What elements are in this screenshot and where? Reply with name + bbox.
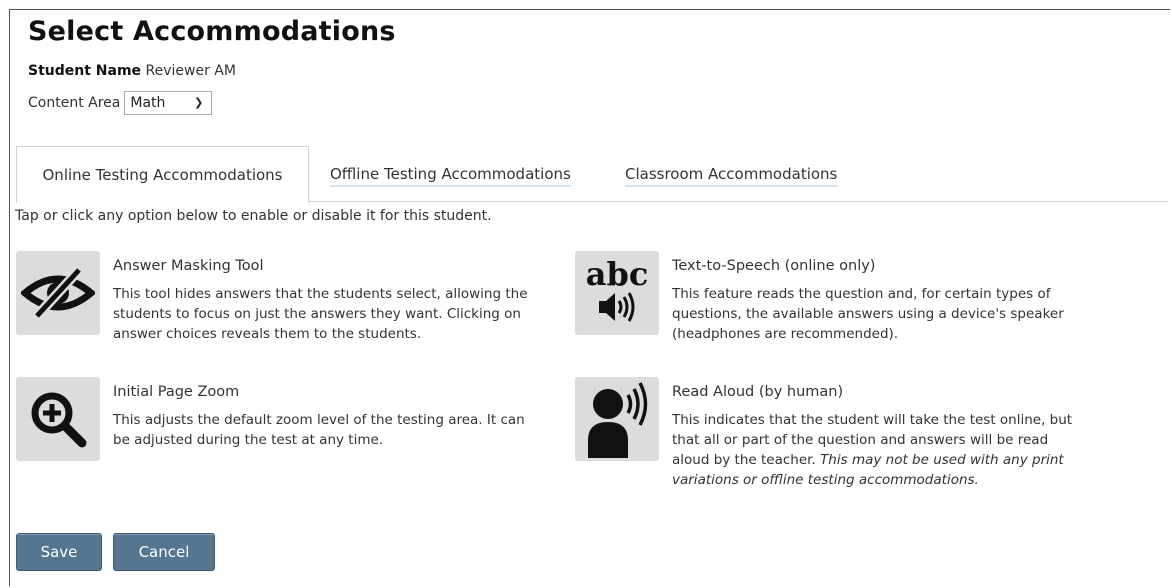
instructions-text: Tap or click any option below to enable … bbox=[15, 208, 492, 224]
tab-online-testing[interactable]: Online Testing Accommodations bbox=[16, 146, 309, 203]
accommodation-description: This feature reads the question and, for… bbox=[672, 284, 1064, 344]
save-button[interactable]: Save bbox=[16, 533, 102, 571]
description-italic-text: variations or offline testing accommodat… bbox=[672, 472, 979, 488]
tab-offline-testing[interactable]: Offline Testing Accommodations bbox=[330, 165, 571, 187]
tab-online-testing-label: Online Testing Accommodations bbox=[42, 166, 283, 184]
accommodation-title: Answer Masking Tool bbox=[113, 258, 264, 274]
description-line: that all or part of the question and ans… bbox=[672, 432, 1049, 448]
description-line: be adjusted during the test at any time. bbox=[113, 432, 384, 448]
accommodation-title: Initial Page Zoom bbox=[113, 384, 240, 400]
description-line: This adjusts the default zoom level of t… bbox=[113, 412, 525, 428]
description-line: questions, the available answers using a… bbox=[672, 306, 1064, 322]
cancel-button[interactable]: Cancel bbox=[113, 533, 215, 571]
description-line: This feature reads the question and, for… bbox=[672, 286, 1051, 302]
description-line: aloud by the teacher. This may not be us… bbox=[672, 450, 1072, 470]
accommodation-initial-page-zoom[interactable]: Initial Page Zoom This adjusts the defau… bbox=[16, 377, 556, 467]
accommodation-description: This adjusts the default zoom level of t… bbox=[113, 410, 525, 450]
description-line: This indicates that the student will tak… bbox=[672, 412, 1073, 428]
accommodation-answer-masking[interactable]: Answer Masking Tool This tool hides answ… bbox=[16, 251, 556, 351]
text-to-speech-icon: abc bbox=[575, 251, 659, 335]
accommodation-title: Read Aloud (by human) bbox=[672, 384, 844, 400]
accommodation-description: This indicates that the student will tak… bbox=[672, 410, 1072, 490]
description-line: students to focus on just the answers th… bbox=[113, 306, 521, 322]
accommodation-read-aloud[interactable]: Read Aloud (by human) This indicates tha… bbox=[575, 377, 1135, 507]
student-name-label: Student Name bbox=[28, 63, 142, 79]
zoom-in-icon bbox=[16, 377, 100, 461]
page-title: Select Accommodations bbox=[28, 16, 396, 47]
chevron-down-icon: ❯ bbox=[194, 96, 204, 109]
accommodation-title: Text-to-Speech (online only) bbox=[672, 258, 876, 274]
eye-slash-icon bbox=[16, 251, 100, 335]
speaker-icon bbox=[599, 292, 635, 322]
content-area-label: Content Area bbox=[28, 95, 121, 111]
abc-text-icon: abc bbox=[585, 255, 649, 293]
accommodation-description: This tool hides answers that the student… bbox=[113, 284, 528, 344]
content-area-row: Content Area Math ❯ bbox=[28, 91, 213, 115]
description-line: This tool hides answers that the student… bbox=[113, 286, 528, 302]
tabs-divider bbox=[308, 201, 1168, 202]
description-text: aloud by the teacher. bbox=[672, 452, 816, 468]
description-italic-text: This may not be used with any print bbox=[820, 452, 1064, 468]
student-name-value: Reviewer AM bbox=[145, 63, 236, 79]
description-line: (headphones are recommended). bbox=[672, 326, 899, 342]
tab-offline-testing-label: Offline Testing Accommodations bbox=[330, 165, 571, 183]
description-line: answer choices reveals them to the stude… bbox=[113, 326, 422, 342]
tab-classroom[interactable]: Classroom Accommodations bbox=[625, 165, 838, 187]
student-name-row: Student Name Reviewer AM bbox=[28, 63, 236, 79]
content-area-selected-value: Math bbox=[130, 95, 166, 111]
accommodation-text-to-speech[interactable]: abc Text-to-Speech (online only) This fe… bbox=[575, 251, 1115, 351]
description-line: variations or offline testing accommodat… bbox=[672, 470, 1072, 490]
content-area-select[interactable]: Math ❯ bbox=[124, 91, 213, 115]
tab-classroom-label: Classroom Accommodations bbox=[625, 165, 838, 183]
speaking-person-icon bbox=[575, 377, 659, 461]
